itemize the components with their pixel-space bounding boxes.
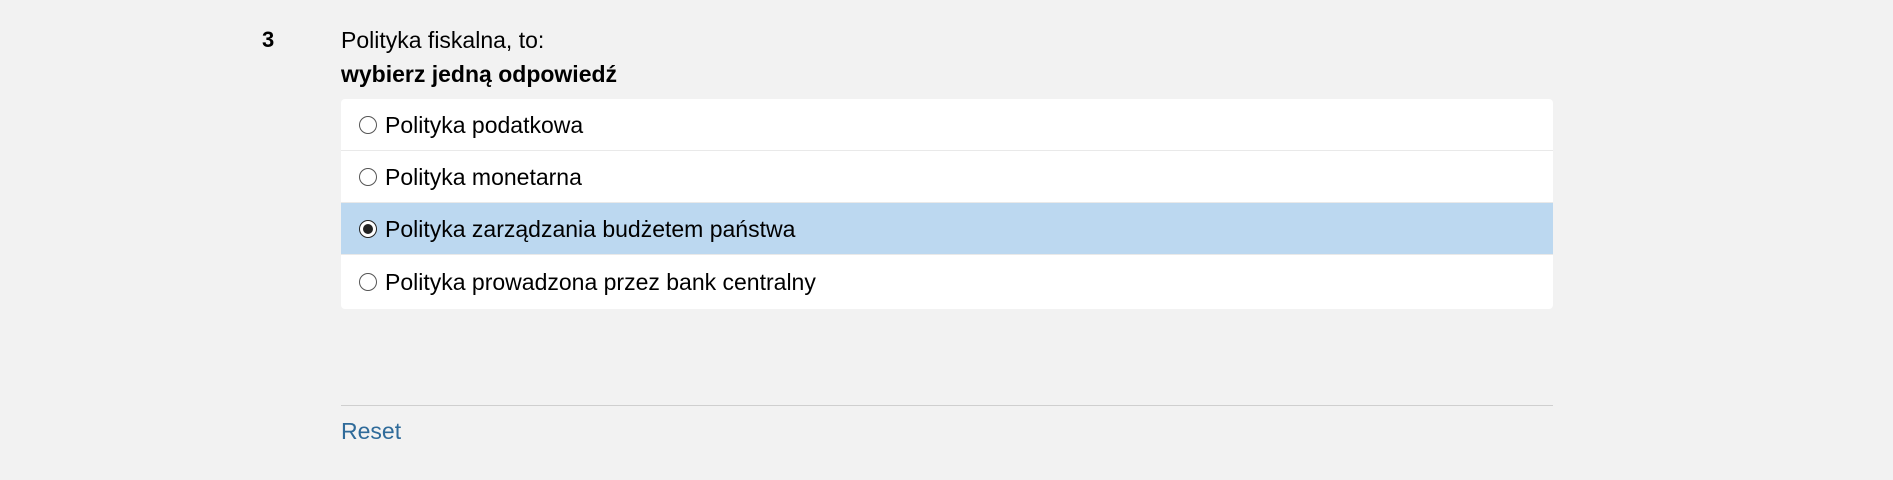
question-text: Polityka fiskalna, to: — [341, 27, 545, 53]
answer-option-label: Polityka monetarna — [385, 163, 582, 190]
answer-option[interactable]: Polityka zarządzania budżetem państwa — [341, 203, 1553, 255]
question-number: 3 — [262, 27, 275, 52]
radio-button[interactable] — [359, 273, 377, 291]
answer-option[interactable]: Polityka monetarna — [341, 151, 1553, 203]
answer-options: Polityka podatkowa Polityka monetarna Po… — [341, 99, 1553, 309]
radio-button[interactable] — [359, 219, 377, 238]
reset-link[interactable]: Reset — [341, 418, 401, 444]
answer-option-label: Polityka podatkowa — [385, 111, 584, 138]
answer-option-label: Polityka prowadzona przez bank centralny — [385, 269, 816, 295]
radio-button[interactable] — [359, 115, 377, 134]
answer-option[interactable]: Polityka prowadzona przez bank centralny — [341, 255, 1553, 309]
radio-dot-icon — [363, 223, 373, 234]
radio-button[interactable] — [359, 167, 377, 186]
answer-option[interactable]: Polityka podatkowa — [341, 99, 1553, 151]
answer-option-label: Polityka zarządzania budżetem państwa — [385, 215, 796, 242]
question-instruction: wybierz jedną odpowiedź — [341, 61, 618, 87]
question-block: 3 Polityka fiskalna, to: wybierz jedną o… — [0, 0, 1893, 480]
question-body: Polityka fiskalna, to: wybierz jedną odp… — [341, 27, 1553, 309]
divider — [341, 405, 1553, 406]
